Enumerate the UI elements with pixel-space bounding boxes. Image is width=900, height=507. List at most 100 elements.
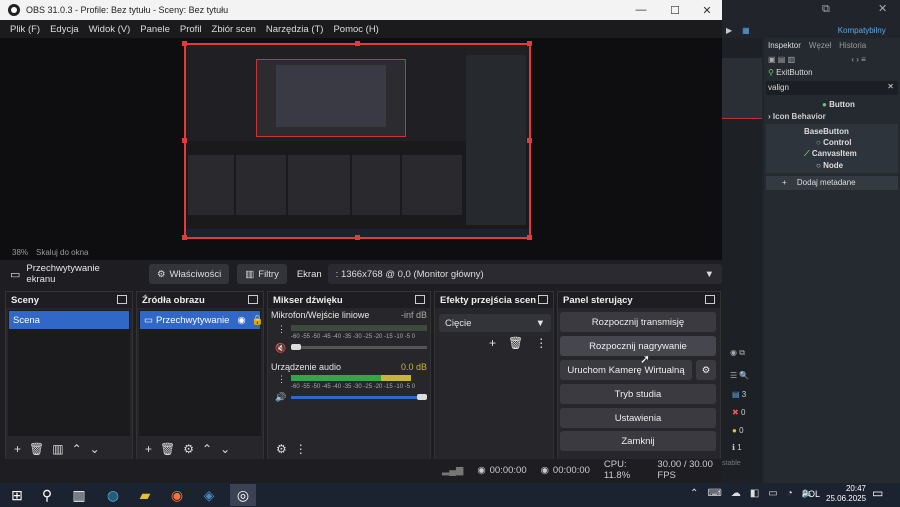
restore-icon[interactable]: ⧉ xyxy=(822,3,830,16)
kebab-icon[interactable]: ⋮ xyxy=(277,324,286,335)
play-icon[interactable]: ▶ xyxy=(726,26,732,35)
menu-scene-collection[interactable]: Zbiór scen xyxy=(212,24,256,35)
task-view-icon[interactable]: ▥ xyxy=(70,486,88,504)
popout-icon[interactable] xyxy=(117,295,127,304)
add-icon[interactable]: + xyxy=(489,336,496,350)
menu-view[interactable]: Widok (V) xyxy=(89,24,131,35)
gear-icon[interactable]: ⚙ xyxy=(276,442,287,456)
speaker-icon[interactable]: 🔊 xyxy=(275,392,286,403)
notifications-icon[interactable]: ▭ xyxy=(872,486,883,500)
up-icon[interactable]: ⌃ xyxy=(202,442,212,456)
menu-file[interactable]: Plik (F) xyxy=(10,24,40,35)
popout-icon[interactable] xyxy=(538,295,548,304)
trash-icon[interactable]: 🗑 xyxy=(29,442,44,456)
cpu-usage: CPU: 11.8% xyxy=(603,459,631,481)
properties-button[interactable]: ⚙ Właściwości xyxy=(149,264,230,284)
preview-canvas[interactable] xyxy=(182,41,532,240)
search-icon[interactable]: ⚲ xyxy=(38,486,56,504)
menu-docks[interactable]: Panele xyxy=(140,24,170,35)
down-icon[interactable]: ⌄ xyxy=(220,442,230,456)
add-icon[interactable]: + xyxy=(145,442,152,456)
file-explorer-icon[interactable]: ▰ xyxy=(136,486,154,504)
battery-icon[interactable]: ▭ xyxy=(768,488,777,499)
kebab-icon[interactable]: ⋮ xyxy=(295,442,307,456)
screen-label: Ekran xyxy=(296,268,322,280)
language-indicator[interactable]: POL xyxy=(802,489,820,499)
tab-node[interactable]: Węzeł xyxy=(809,41,831,50)
filters-button[interactable]: ▥ Filtry xyxy=(237,264,287,284)
tab-inspector[interactable]: Inspektor xyxy=(768,41,801,50)
virtual-camera-settings-button[interactable]: ⚙ xyxy=(696,360,716,380)
close-icon[interactable]: ✕ xyxy=(878,2,887,15)
eye-icon[interactable]: ◉ xyxy=(237,315,245,326)
down-icon[interactable]: ⌄ xyxy=(90,442,100,456)
edge-icon[interactable]: ◍ xyxy=(104,486,122,504)
channel-name: Urządzenie audio xyxy=(271,362,342,372)
editor-toolbar: ▶ ▦ Kompatybilny xyxy=(726,22,900,38)
screen-select[interactable]: : 1366x768 @ 0,0 (Monitor główny) ▼ xyxy=(327,264,722,284)
zoom-mode[interactable]: Skaluj do okna xyxy=(36,248,88,257)
gear-icon[interactable]: ⚙ xyxy=(183,442,194,456)
layout-select[interactable]: Kompatybilny xyxy=(838,26,886,35)
menu-profile[interactable]: Profil xyxy=(180,24,202,35)
volume-slider[interactable] xyxy=(417,394,427,400)
node-name[interactable]: ExitButton xyxy=(776,68,812,77)
volume-slider[interactable] xyxy=(291,344,301,350)
trash-icon[interactable]: 🗑 xyxy=(160,442,175,456)
minimize-button[interactable]: — xyxy=(624,0,658,20)
obs-taskbar-icon[interactable]: ◎ xyxy=(230,484,256,506)
studio-mode-button[interactable]: Tryb studia xyxy=(560,384,716,404)
inherit-basebutton[interactable]: BaseButton xyxy=(766,126,898,137)
kebab-icon[interactable]: ⋮ xyxy=(535,336,547,350)
lock-icon[interactable]: 🔒 xyxy=(252,315,264,326)
keyboard-icon[interactable]: ⌨ xyxy=(707,488,721,499)
trash-icon[interactable]: 🗑 xyxy=(508,336,523,350)
close-button[interactable]: ✕ xyxy=(690,0,724,20)
godot-icon[interactable]: ◈ xyxy=(200,486,218,504)
maximize-button[interactable]: ☐ xyxy=(658,0,692,20)
clock[interactable]: 20:47 25.06.2025 xyxy=(826,484,866,504)
exit-button[interactable]: Zamknij xyxy=(560,431,716,451)
popout-icon[interactable] xyxy=(248,295,258,304)
settings-button[interactable]: Ustawienia xyxy=(560,408,716,428)
add-icon[interactable]: + xyxy=(14,442,21,456)
popout-icon[interactable] xyxy=(415,295,425,304)
wifi-icon[interactable]: ◔ xyxy=(787,488,793,499)
start-virtual-camera-button[interactable]: Uruchom Kamerę Wirtualną xyxy=(560,360,692,380)
menu-help[interactable]: Pomoc (H) xyxy=(333,24,378,35)
firefox-icon[interactable]: ◉ xyxy=(168,486,186,504)
record-time: 00:00:00 xyxy=(552,464,590,476)
transitions-title: Efekty przejścia scen xyxy=(440,294,537,306)
inherit-node[interactable]: Node xyxy=(823,161,843,170)
gear-icon: ⚙ xyxy=(157,268,166,280)
tab-history[interactable]: Historia xyxy=(839,41,866,50)
inherit-canvasitem[interactable]: CanvasItem xyxy=(812,149,857,158)
windows-start-icon[interactable]: ⊞ xyxy=(8,486,26,504)
muted-speaker-icon[interactable]: 🔇 xyxy=(275,343,286,354)
security-icon[interactable]: ◧ xyxy=(750,488,759,499)
scene-item[interactable]: Scena xyxy=(9,311,129,329)
signal-icon: ▂▄▆ xyxy=(442,464,464,476)
zoom-level[interactable]: 38% xyxy=(12,248,28,257)
start-streaming-button[interactable]: Rozpocznij transmisję xyxy=(560,312,716,332)
filter-icon[interactable]: ▥ xyxy=(52,442,63,456)
kebab-icon[interactable]: ⋮ xyxy=(277,374,286,385)
ops-icons[interactable]: ◉ ⧉ xyxy=(730,348,745,358)
layout-icon[interactable]: ▦ xyxy=(742,26,750,35)
source-item[interactable]: ▭ Przechwytywanie ◉ 🔒 xyxy=(140,311,264,329)
up-icon[interactable]: ⌃ xyxy=(72,442,82,456)
chevron-up-icon[interactable]: ⌃ xyxy=(690,488,698,499)
add-metadata-button[interactable]: + Dodaj metadane xyxy=(766,176,898,190)
menu-edit[interactable]: Edycja xyxy=(50,24,79,35)
inherit-control[interactable]: Control xyxy=(823,138,851,147)
popout-icon[interactable] xyxy=(705,295,715,304)
transition-select[interactable]: Cięcie ▼ xyxy=(439,314,551,332)
scenes-title: Sceny xyxy=(11,294,39,306)
cloud-icon[interactable]: ☁ xyxy=(731,488,741,499)
sources-title: Źródła obrazu xyxy=(142,294,205,306)
menu-tools[interactable]: Narzędzia (T) xyxy=(266,24,324,35)
start-recording-button[interactable]: Rozpocznij nagrywanie xyxy=(560,336,716,356)
section-icon-behavior[interactable]: Icon Behavior xyxy=(773,112,826,121)
property-filter[interactable]: valign ✕ xyxy=(766,81,898,95)
fps: 30.00 / 30.00 FPS xyxy=(657,459,713,481)
